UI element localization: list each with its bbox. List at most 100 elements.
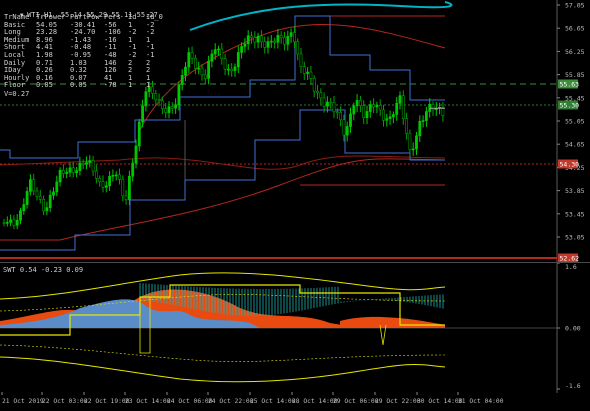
table-cell: 1 — [128, 81, 133, 90]
candle-body — [19, 210, 22, 221]
candle-body — [128, 175, 131, 200]
candle-body — [283, 37, 286, 45]
candle-body — [48, 194, 52, 208]
candle-body — [217, 48, 220, 51]
candle-body — [42, 198, 46, 212]
price-tag-label: 55.63 — [560, 81, 580, 89]
candle-body — [362, 105, 366, 118]
candle-body — [276, 35, 280, 43]
candle-body — [358, 100, 362, 107]
candle-body — [382, 109, 385, 121]
candle-body — [180, 75, 184, 85]
candle-body — [263, 41, 267, 48]
candle-body — [375, 105, 379, 108]
candle-body — [240, 46, 244, 53]
candle-body — [58, 169, 62, 183]
candle-body — [292, 32, 296, 43]
candle-body — [108, 176, 112, 187]
candle-body — [32, 179, 36, 192]
candle-body — [15, 219, 19, 226]
candle-body — [408, 133, 412, 150]
candle-body — [236, 52, 240, 68]
price-tick-label: 56.65 — [565, 25, 585, 33]
candle-body — [316, 90, 319, 94]
candle-body — [210, 53, 214, 62]
candle-body — [5, 222, 9, 224]
candle-body — [184, 66, 187, 76]
candle-body — [335, 111, 339, 114]
upper-band-line — [0, 272, 446, 300]
candle-body — [68, 167, 72, 173]
candle-body — [332, 102, 336, 113]
candle-body — [177, 84, 181, 106]
candle-body — [296, 41, 300, 55]
lower-dotted-band — [0, 344, 446, 362]
candle-body — [243, 43, 247, 47]
candle-body — [95, 170, 98, 179]
time-tick-label: 22 Oct 03:00 — [42, 398, 88, 405]
negative-fill-area — [340, 316, 445, 328]
candle-body — [418, 120, 422, 137]
lower-band-line — [0, 356, 446, 383]
candle-body — [197, 67, 201, 70]
candle-body — [85, 162, 88, 165]
oscillator-panel[interactable]: 1.6 0.00 -1.6 SWT 0.54 -0.23 0.09 — [0, 262, 590, 393]
candle-body — [200, 67, 204, 76]
candle-body — [187, 52, 191, 68]
time-tick-label: 31 Oct 04:00 — [458, 398, 504, 405]
candle-body — [124, 195, 128, 200]
candle-body — [230, 68, 234, 71]
candle-body — [256, 35, 260, 43]
candle-body — [246, 35, 250, 45]
candle-body — [309, 71, 313, 79]
candle-body — [81, 162, 85, 165]
trend-power-table: TrName TrPower PartPow Pers Id Id_0 Basic 54.05… — [4, 13, 164, 98]
candle-body — [45, 207, 49, 212]
candle-body — [395, 102, 399, 115]
oscillator-chart[interactable]: 1.6 0.00 -1.6 — [0, 262, 590, 393]
candle-body — [273, 40, 277, 43]
candle-body — [227, 68, 230, 71]
candle-body — [207, 61, 211, 79]
candle-body — [134, 145, 138, 164]
candle-body — [342, 119, 346, 136]
candle-body — [253, 37, 257, 43]
candle-body — [385, 118, 389, 121]
candle-body — [345, 126, 349, 136]
candle-body — [349, 113, 352, 127]
candle-body — [190, 52, 194, 59]
candle-body — [329, 101, 333, 104]
table-cell: -78 — [104, 81, 117, 90]
candle-body — [131, 162, 135, 177]
candle-body — [25, 191, 29, 205]
candle-body — [401, 95, 405, 119]
time-tick-label: 24 Oct 22:00 — [208, 398, 254, 405]
candle-body — [339, 112, 343, 121]
candle-body — [266, 41, 270, 48]
candle-body — [38, 196, 42, 200]
candle-body — [12, 219, 16, 226]
candle-body — [55, 181, 59, 193]
candle-body — [233, 66, 237, 71]
main-chart-panel[interactable]: 57.0556.6556.2555.8555.4555.0554.6554.25… — [0, 0, 590, 263]
osc-tick-label: 0.00 — [565, 325, 581, 333]
time-tick-label: 28 Oct 14:00 — [292, 398, 338, 405]
osc-tick-label: -1.6 — [565, 382, 581, 390]
candle-body — [365, 111, 369, 118]
candle-body — [220, 48, 224, 59]
candle-body — [286, 36, 290, 45]
candle-body — [355, 100, 359, 107]
candle-body — [223, 58, 227, 70]
candle-body — [52, 191, 55, 196]
candle-body — [302, 66, 306, 74]
candle-body — [161, 100, 164, 109]
time-axis: 21 Oct 2019 22 Oct 03:00 22 Oct 19:00 23 Oc… — [0, 392, 590, 407]
price-tick-label: 53.45 — [565, 210, 585, 218]
price-tag-label: 55.30 — [560, 102, 580, 110]
candle-body — [118, 174, 121, 180]
candle-body — [61, 169, 65, 174]
time-tick-label: 22 Oct 19:00 — [84, 398, 130, 405]
candle-body — [388, 116, 392, 119]
time-tick-label: 25 Oct 14:00 — [250, 398, 296, 405]
table-cell: 0.05 — [70, 81, 87, 90]
